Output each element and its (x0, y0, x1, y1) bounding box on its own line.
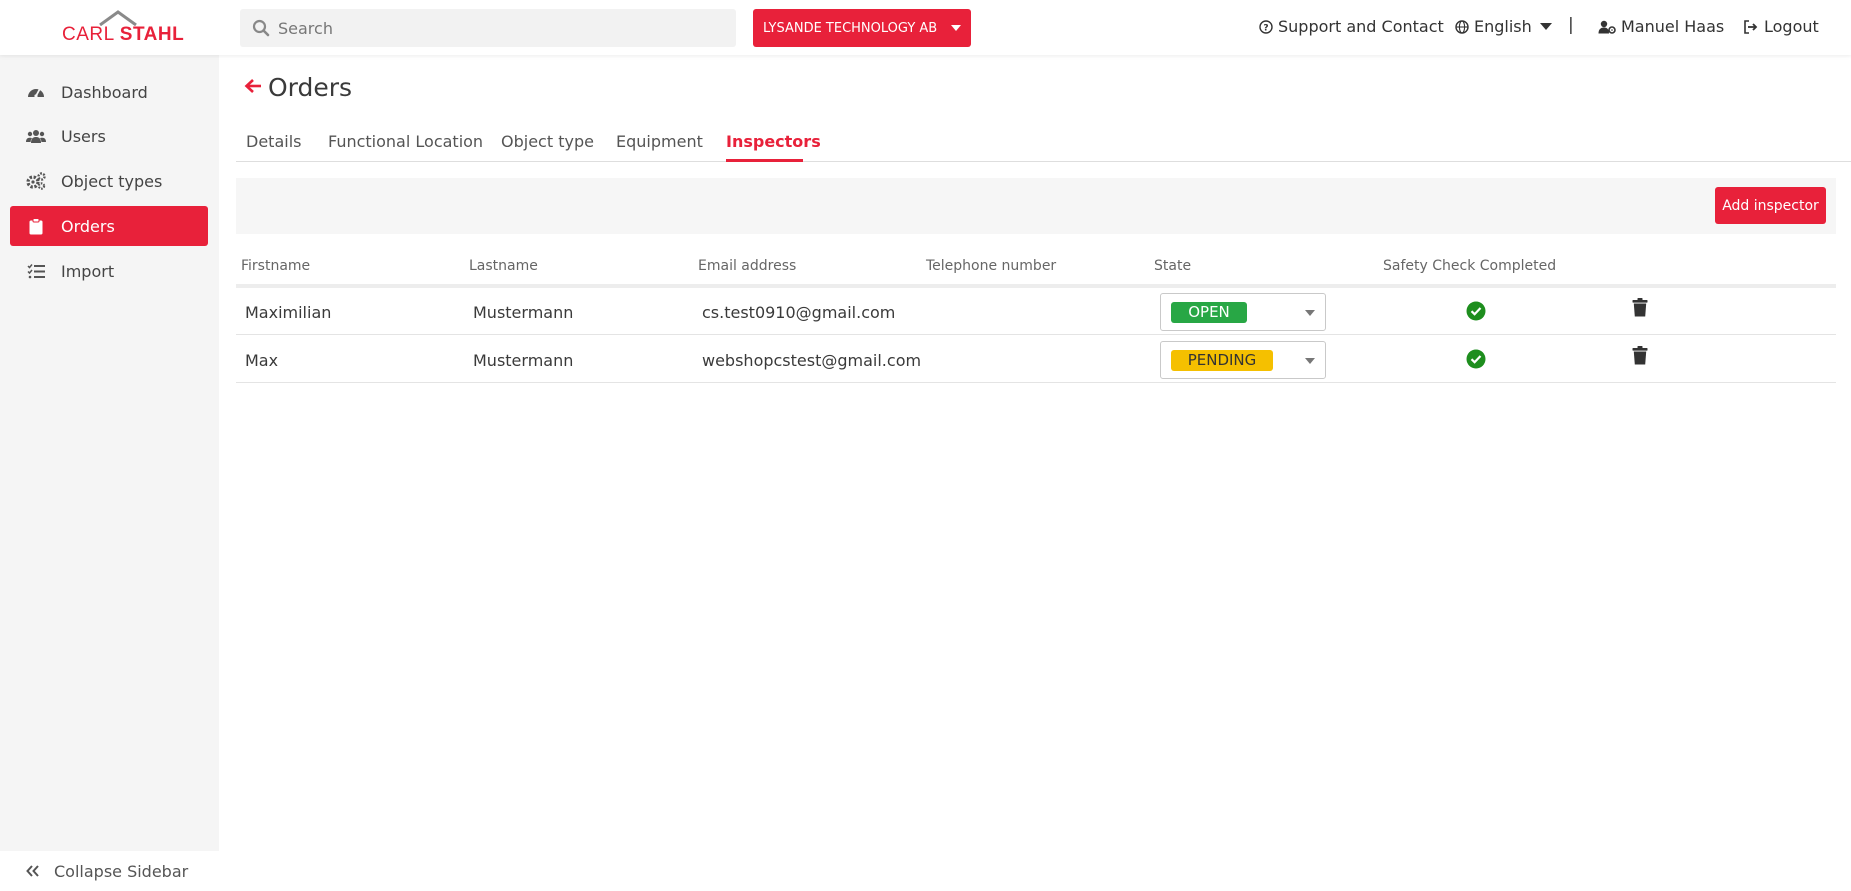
column-header-safety-check[interactable]: Safety Check Completed (1383, 258, 1556, 274)
svg-text:?: ? (1263, 23, 1268, 33)
logout-button[interactable]: Logout (1743, 17, 1819, 36)
column-header-telephone[interactable]: Telephone number (926, 258, 1056, 274)
search-box[interactable] (240, 9, 736, 47)
sidebar-item-orders[interactable]: Orders (10, 206, 208, 246)
users-icon (26, 126, 46, 146)
status-badge: PENDING (1171, 350, 1273, 371)
column-header-firstname[interactable]: Firstname (241, 258, 310, 274)
tab-equipment[interactable]: Equipment (616, 132, 703, 151)
active-tab-indicator (726, 159, 803, 162)
chevron-down-icon (1305, 310, 1315, 316)
delete-trash-icon[interactable] (1632, 298, 1648, 321)
sidebar-item-import[interactable]: Import (10, 251, 208, 291)
search-icon (252, 19, 270, 41)
collapse-sidebar-button[interactable]: Collapse Sidebar (0, 851, 219, 891)
user-menu[interactable]: Manuel Haas (1598, 17, 1724, 36)
column-header-state[interactable]: State (1154, 258, 1191, 274)
caret-down-icon (1539, 23, 1552, 30)
question-circle-icon: ? (1259, 19, 1273, 34)
status-badge: OPEN (1171, 302, 1247, 323)
cell-firstname: Max (245, 351, 279, 370)
logout-icon (1744, 19, 1758, 34)
tab-bar: Details Functional Location Object type … (236, 120, 1851, 162)
list-check-icon (26, 261, 46, 281)
header-separator: | (1568, 15, 1574, 35)
chevron-down-icon (951, 25, 961, 31)
column-header-email[interactable]: Email address (698, 258, 796, 274)
clipboard-icon (26, 216, 46, 236)
user-gear-icon (1598, 20, 1616, 34)
tab-details[interactable]: Details (246, 132, 301, 151)
state-select[interactable]: OPEN (1160, 293, 1326, 331)
sidebar: Dashboard Users Object types Orders Impo… (0, 55, 219, 891)
cell-firstname: Maximilian (245, 303, 332, 322)
cell-lastname: Mustermann (473, 351, 574, 370)
carl-stahl-logo[interactable]: CARL STAHL (62, 10, 184, 46)
cell-email: cs.test0910@gmail.com (702, 303, 896, 322)
sidebar-item-users[interactable]: Users (10, 116, 208, 156)
cell-email: webshopcstest@gmail.com (702, 351, 922, 370)
language-selector[interactable]: English (1455, 17, 1552, 36)
check-circle-icon (1466, 349, 1486, 373)
tab-object-type[interactable]: Object type (501, 132, 594, 151)
tab-functional-location[interactable]: Functional Location (328, 132, 483, 151)
company-selector[interactable]: LYSANDE TECHNOLOGY AB (753, 9, 971, 47)
globe-icon (1455, 19, 1469, 34)
table-header: Firstname Lastname Email address Telepho… (236, 252, 1836, 288)
tab-inspectors[interactable]: Inspectors (726, 132, 821, 151)
column-header-lastname[interactable]: Lastname (469, 258, 538, 274)
sidebar-item-dashboard[interactable]: Dashboard (10, 72, 208, 112)
support-link[interactable]: ? Support and Contact (1259, 17, 1444, 36)
gauge-icon (26, 82, 46, 102)
add-inspector-button[interactable]: Add inspector (1715, 187, 1826, 224)
table-row: Max Mustermann webshopcstest@gmail.com P… (236, 336, 1836, 383)
page-title: Orders (268, 73, 353, 102)
search-input[interactable] (278, 9, 728, 47)
back-arrow-icon[interactable] (244, 78, 262, 98)
top-bar: CARL STAHL LYSANDE TECHNOLOGY AB ? Suppo… (0, 0, 1851, 55)
page-header: Orders (244, 73, 352, 102)
state-select[interactable]: PENDING (1160, 341, 1326, 379)
action-bar: Add inspector (236, 178, 1836, 234)
table-row: Maximilian Mustermann cs.test0910@gmail.… (236, 288, 1836, 335)
cell-lastname: Mustermann (473, 303, 574, 322)
check-circle-icon (1466, 301, 1486, 325)
delete-trash-icon[interactable] (1632, 346, 1648, 369)
chevron-down-icon (1305, 358, 1315, 364)
company-name: LYSANDE TECHNOLOGY AB (763, 20, 938, 36)
gears-icon (26, 171, 46, 191)
double-chevron-left-icon (26, 865, 40, 877)
sidebar-item-object-types[interactable]: Object types (10, 161, 208, 201)
